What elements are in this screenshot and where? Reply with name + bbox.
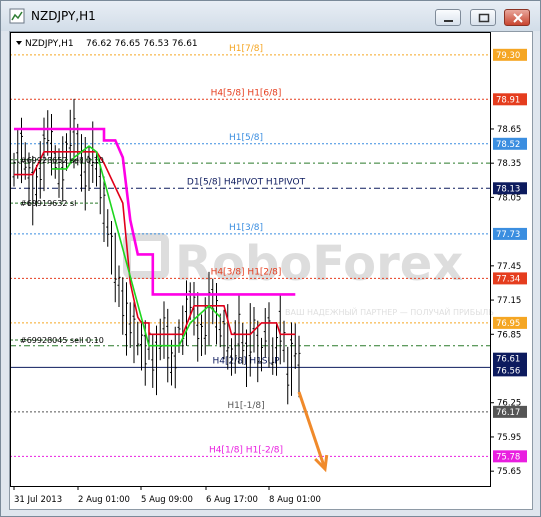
- time-tick-label: 2 Aug 01:00: [78, 495, 130, 505]
- time-tick-label: 31 Jul 2013: [14, 495, 62, 505]
- time-tick-label: 6 Aug 17:00: [206, 495, 258, 505]
- level-label: H4[3/8] H1[2/8]: [211, 267, 282, 277]
- window-title: NZDJPY,H1: [31, 9, 96, 23]
- order-label: #69919632 sl: [20, 199, 76, 208]
- close-icon: [513, 13, 523, 23]
- price-tag-label: 78.13: [496, 184, 520, 194]
- price-tick-label: 78.65: [497, 125, 521, 135]
- time-tick-label: 5 Aug 09:00: [141, 495, 193, 505]
- level-label: D1[5/8] H4PIVOT H1PIVOT: [187, 177, 306, 187]
- price-chart[interactable]: RoboForex ВАШ НАДЕЖНЫЙ ПАРТНЕР — ПОЛУЧАЙ…: [10, 32, 532, 509]
- chart-symbol: NZDJPY,H1: [25, 39, 74, 49]
- level-label: H1[5/8]: [229, 133, 263, 143]
- price-tag-label: 76.95: [496, 319, 520, 329]
- watermark-brand: RoboForex: [175, 236, 463, 292]
- price-tick-label: 78.35: [497, 159, 521, 169]
- price-tag-label: 79.30: [496, 51, 520, 61]
- price-tick-label: 78.05: [497, 193, 521, 203]
- price-tag-label: 75.78: [496, 452, 520, 462]
- order-labels: #69928652 sell 0.10 #69919632 sl #69928045…: [10, 156, 104, 345]
- time-tick-label: 8 Aug 01:00: [269, 495, 321, 505]
- price-tick-label: 77.15: [497, 296, 521, 306]
- order-label: #69928652 sell 0.10: [20, 156, 104, 165]
- arrow-shaft: [297, 391, 327, 470]
- symbol-dropdown-icon[interactable]: [16, 41, 22, 45]
- time-axis[interactable]: 31 Jul 2013 2 Aug 01:00 5 Aug 09:00 6 Aug 1…: [13, 486, 321, 505]
- price-tag-label: 76.61: [496, 355, 520, 365]
- maximize-icon: [478, 13, 490, 23]
- chart-area[interactable]: RoboForex ВАШ НАДЕЖНЫЙ ПАРТНЕР — ПОЛУЧАЙ…: [9, 31, 533, 510]
- price-tick-label: 77.45: [497, 262, 521, 272]
- title-bar[interactable]: NZDJPY,H1: [1, 1, 540, 31]
- price-tick-label: 76.85: [497, 330, 521, 340]
- price-tag-label: 77.34: [496, 274, 520, 284]
- price-tag-label: 76.56: [496, 366, 520, 376]
- level-label: H1[7/8]: [229, 44, 263, 54]
- chart-ohlc: 76.62 76.65 76.53 76.61: [86, 39, 198, 49]
- level-label: H1[-1/8]: [227, 401, 264, 411]
- level-label: H1[3/8]: [229, 223, 263, 233]
- price-axis[interactable]: 78.6578.3578.0577.4577.1576.8576.2575.95…: [490, 48, 527, 477]
- forecast-arrow: [297, 391, 329, 473]
- watermark-tagline: ВАШ НАДЕЖНЫЙ ПАРТНЕР — ПОЛУЧАЙ ПРИБЫЛЬ: [285, 306, 494, 317]
- level-label: H4[5/8] H1[6/8]: [211, 88, 282, 98]
- chart-window: NZDJPY,H1 RoboForex ВАШ НАДЕЖНЫЙ ПАРТНЕР…: [0, 0, 541, 517]
- minimize-icon: [444, 20, 453, 22]
- maximize-button[interactable]: [470, 9, 496, 26]
- watermark: RoboForex ВАШ НАДЕЖНЫЙ ПАРТНЕР — ПОЛУЧАЙ…: [123, 233, 494, 317]
- level-label: H4[1/8] H1[-2/8]: [209, 445, 283, 455]
- price-tick-label: 75.95: [497, 433, 521, 443]
- close-button[interactable]: [504, 9, 530, 26]
- price-tag-label: 78.91: [496, 95, 520, 105]
- price-tag-label: 77.73: [496, 230, 520, 240]
- price-tag-label: 76.17: [496, 408, 520, 418]
- price-tag-label: 78.52: [496, 140, 520, 150]
- price-tick-label: 75.65: [497, 467, 521, 477]
- minimize-button[interactable]: [435, 9, 461, 26]
- order-label: #69928045 sell 0.10: [20, 336, 104, 345]
- chart-window-icon: [9, 8, 25, 24]
